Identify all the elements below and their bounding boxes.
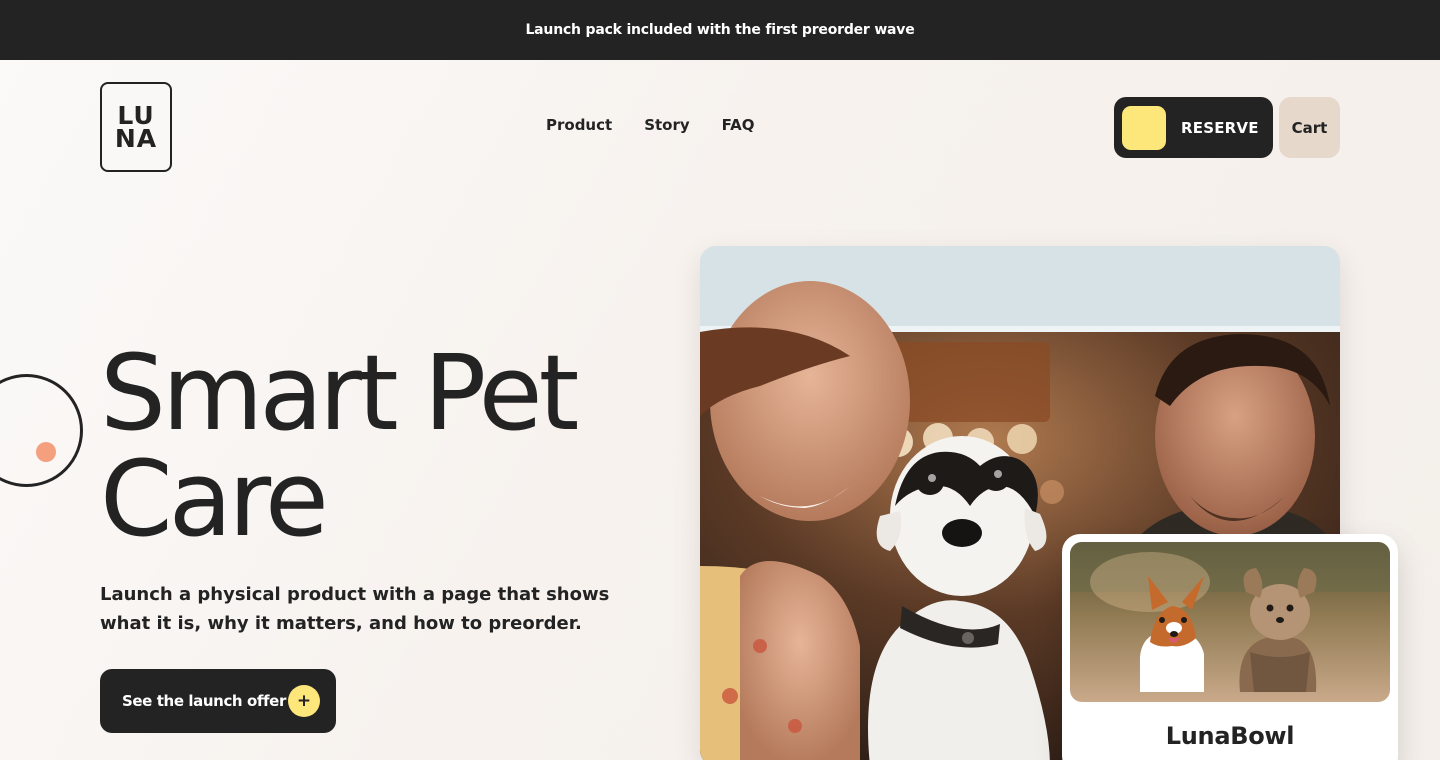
hero-title-line-2: Care <box>100 438 329 560</box>
cart-button[interactable]: Cart <box>1279 97 1340 158</box>
hero-subtitle: Launch a physical product with a page th… <box>100 584 610 634</box>
dogs-illustration <box>1070 542 1390 702</box>
announcement-text: Launch pack included with the first preo… <box>525 22 915 38</box>
hero-title: Smart Pet Care <box>100 340 660 552</box>
cart-label: Cart <box>1291 118 1328 137</box>
decorative-ring <box>0 374 83 487</box>
brand-logo[interactable]: LU NA <box>100 82 172 172</box>
reserve-button[interactable]: RESERVE <box>1114 97 1273 158</box>
main-nav: Product Story FAQ <box>546 116 755 134</box>
reserve-label: RESERVE <box>1181 118 1259 137</box>
announcement-bar: Launch pack included with the first preo… <box>0 0 1440 60</box>
decorative-dot <box>36 442 56 462</box>
plus-icon: + <box>288 685 320 717</box>
nav-item-story[interactable]: Story <box>644 116 689 134</box>
logo-line-2: NA <box>114 124 158 153</box>
nav-item-product[interactable]: Product <box>546 116 612 134</box>
nav-item-faq[interactable]: FAQ <box>722 116 755 134</box>
product-image <box>1070 542 1390 702</box>
launch-offer-label: See the launch offer <box>122 692 286 710</box>
launch-offer-button[interactable]: See the launch offer + <box>100 669 336 733</box>
reserve-swatch <box>1122 105 1166 150</box>
hero-title-line-1: Smart Pet <box>100 332 579 454</box>
product-name: LunaBowl <box>1165 722 1295 750</box>
product-card[interactable]: LunaBowl <box>1062 534 1398 760</box>
